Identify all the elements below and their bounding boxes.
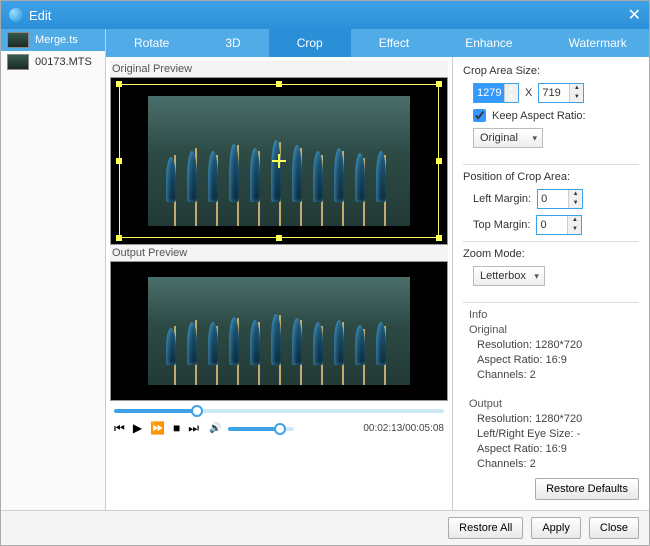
- close-icon[interactable]: ✕: [628, 5, 641, 25]
- crop-center-icon: [272, 154, 286, 168]
- left-margin-label: Left Margin:: [473, 193, 531, 205]
- top-margin-field[interactable]: [537, 219, 567, 231]
- sidebar-item-label: 00173.MTS: [35, 56, 92, 68]
- tab-crop[interactable]: Crop: [269, 29, 351, 57]
- crop-height-field[interactable]: [539, 87, 569, 99]
- properties-panel: Crop Area Size: ▲▼ X ▲▼ Keep Aspect Rati…: [452, 57, 649, 510]
- thumbnail-icon: [7, 54, 29, 70]
- ffwd-icon[interactable]: ⏩: [150, 421, 165, 436]
- info-output-resolution: Resolution: 1280*720: [477, 413, 639, 425]
- top-margin-label: Top Margin:: [473, 219, 530, 231]
- apply-button[interactable]: Apply: [531, 517, 581, 539]
- keep-aspect-input[interactable]: [473, 109, 486, 122]
- crop-width-field[interactable]: [474, 87, 504, 99]
- tab-enhance[interactable]: Enhance: [437, 29, 540, 57]
- seek-bar[interactable]: [110, 401, 448, 415]
- spin-up-icon[interactable]: ▲: [569, 190, 582, 199]
- spin-down-icon[interactable]: ▼: [505, 93, 518, 102]
- original-preview[interactable]: [110, 77, 448, 245]
- volume-slider[interactable]: [228, 427, 294, 431]
- info-output-eye: Left/Right Eye Size: -: [477, 428, 639, 440]
- volume-icon[interactable]: 🔊: [209, 423, 221, 434]
- thumbnail-icon: [7, 32, 29, 48]
- output-preview-label: Output Preview: [110, 245, 448, 261]
- restore-all-button[interactable]: Restore All: [448, 517, 523, 539]
- keep-aspect-label: Keep Aspect Ratio:: [492, 110, 586, 122]
- crop-width-input[interactable]: ▲▼: [473, 83, 519, 103]
- sidebar-item-00173[interactable]: 00173.MTS: [1, 51, 105, 73]
- crop-rectangle[interactable]: [119, 84, 439, 238]
- left-margin-field[interactable]: [538, 193, 568, 205]
- original-info-header: Original: [469, 324, 639, 336]
- zoom-mode-select[interactable]: Letterbox: [473, 266, 545, 286]
- titlebar[interactable]: Edit ✕: [1, 1, 649, 29]
- left-margin-input[interactable]: ▲▼: [537, 189, 583, 209]
- top-margin-input[interactable]: ▲▼: [536, 215, 582, 235]
- spin-up-icon[interactable]: ▲: [568, 216, 581, 225]
- footer: Restore All Apply Close: [1, 510, 649, 545]
- spin-up-icon[interactable]: ▲: [570, 84, 583, 93]
- output-preview: [110, 261, 448, 401]
- tab-rotate[interactable]: Rotate: [106, 29, 197, 57]
- crop-area-size-label: Crop Area Size:: [463, 65, 639, 77]
- position-label: Position of Crop Area:: [463, 171, 639, 183]
- prev-icon[interactable]: ⏮: [114, 421, 125, 436]
- tab-effect[interactable]: Effect: [351, 29, 437, 57]
- aspect-ratio-select[interactable]: Original: [473, 128, 543, 148]
- restore-defaults-button[interactable]: Restore Defaults: [535, 478, 639, 500]
- info-original-aspect: Aspect Ratio: 16:9: [477, 354, 639, 366]
- sidebar-item-label: Merge.ts: [35, 34, 78, 46]
- keep-aspect-checkbox[interactable]: Keep Aspect Ratio:: [473, 109, 635, 122]
- app-icon: [9, 8, 23, 22]
- time-display: 00:02:13/00:05:08: [363, 423, 444, 434]
- info-output-aspect: Aspect Ratio: 16:9: [477, 443, 639, 455]
- info-output-channels: Channels: 2: [477, 458, 639, 470]
- output-info-header: Output: [469, 398, 639, 410]
- spin-down-icon[interactable]: ▼: [568, 225, 581, 234]
- window-title: Edit: [29, 8, 51, 23]
- info-header: Info: [469, 309, 639, 321]
- tab-watermark[interactable]: Watermark: [541, 29, 650, 57]
- file-sidebar: Merge.ts 00173.MTS: [1, 29, 106, 510]
- sidebar-item-merge[interactable]: Merge.ts: [1, 29, 105, 51]
- spin-down-icon[interactable]: ▼: [569, 199, 582, 208]
- original-preview-label: Original Preview: [110, 61, 448, 77]
- spin-down-icon[interactable]: ▼: [570, 93, 583, 102]
- info-original-channels: Channels: 2: [477, 369, 639, 381]
- spin-up-icon[interactable]: ▲: [505, 84, 518, 93]
- stop-icon[interactable]: ■: [173, 421, 180, 436]
- play-icon[interactable]: ▶: [133, 421, 142, 436]
- info-original-resolution: Resolution: 1280*720: [477, 339, 639, 351]
- close-button[interactable]: Close: [589, 517, 639, 539]
- next-icon[interactable]: ⏭: [188, 421, 199, 436]
- zoom-mode-label: Zoom Mode:: [463, 248, 639, 260]
- x-separator: X: [525, 87, 532, 99]
- tab-3d[interactable]: 3D: [197, 29, 268, 57]
- crop-height-input[interactable]: ▲▼: [538, 83, 584, 103]
